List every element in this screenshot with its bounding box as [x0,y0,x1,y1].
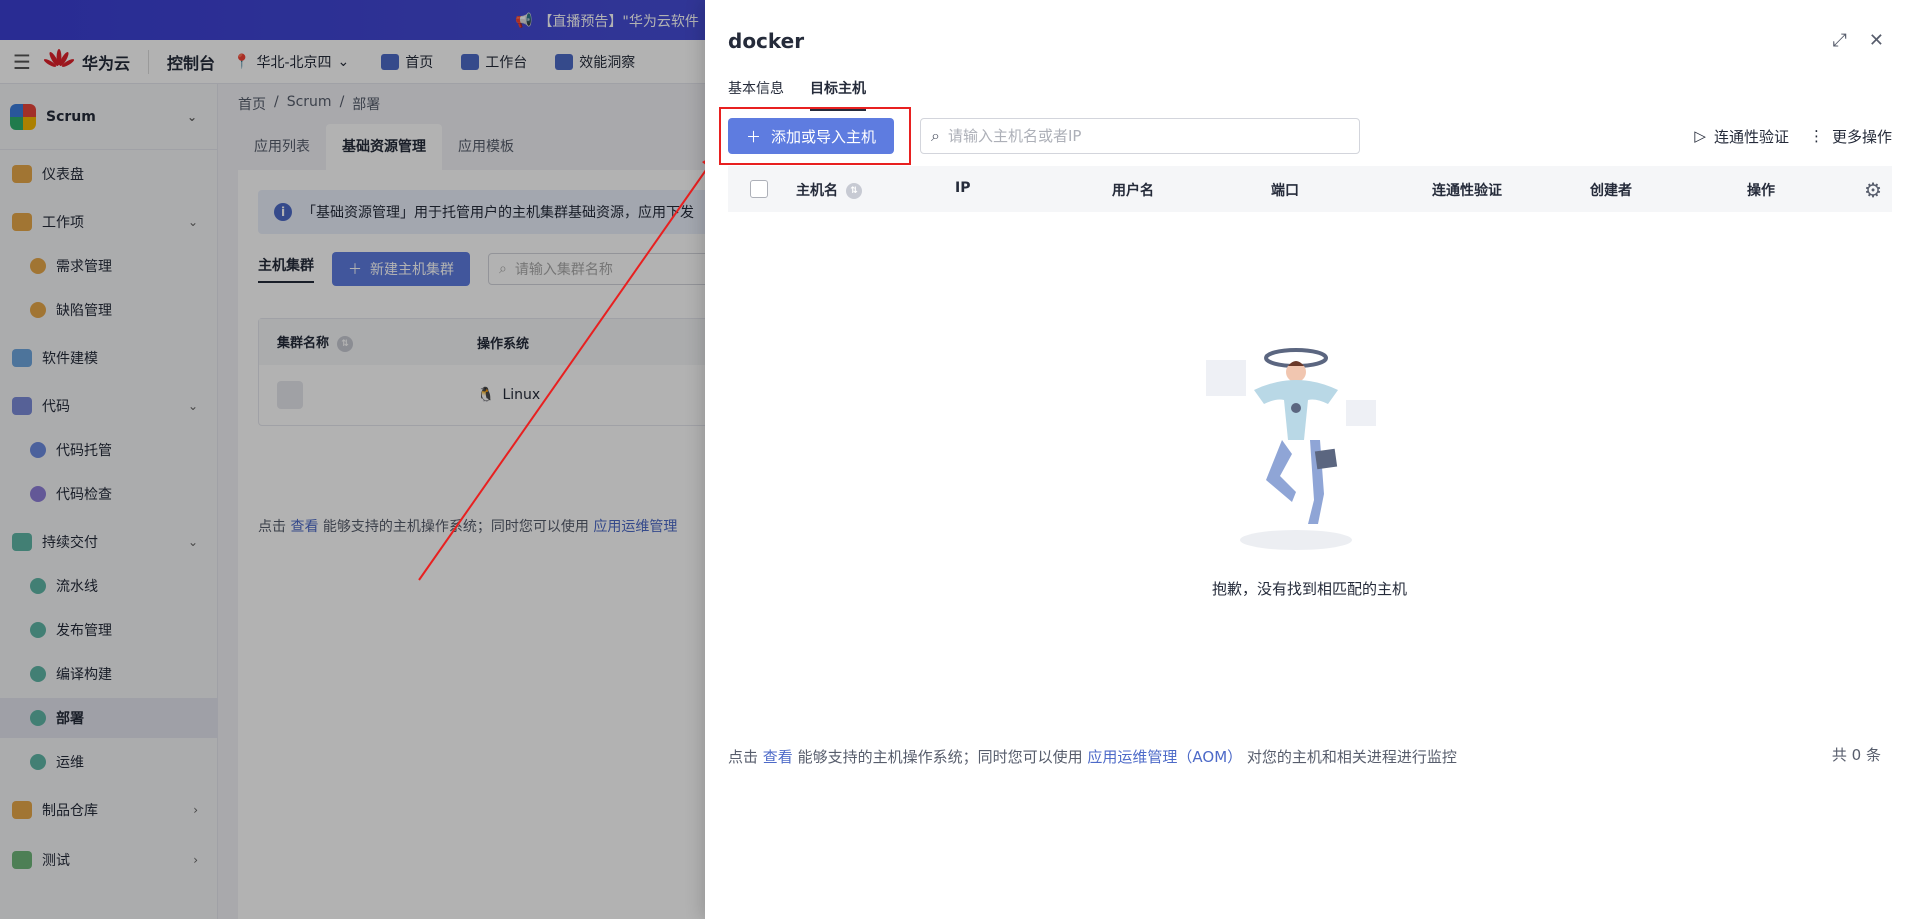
more-actions-label: 更多操作 [1831,127,1892,146]
col-hostname: 主机名 ⇅ [796,180,862,200]
gear-icon[interactable]: ⚙ [1864,178,1882,202]
toolbar-right-actions: ▷ 连通性验证 ⋮ 更多操作 [1694,118,1892,154]
more-actions-button[interactable]: ⋮ 更多操作 [1809,126,1892,147]
more-vertical-icon: ⋮ [1808,127,1824,145]
drawer-actions: ⤢ ✕ [1833,30,1885,51]
col-ip: IP [955,180,971,196]
footer-prefix: 点击 [728,748,759,766]
plus-icon: ＋ [746,127,762,146]
connectivity-check-button[interactable]: ▷ 连通性验证 [1694,126,1789,147]
connectivity-check-label: 连通性验证 [1713,127,1789,146]
footer-aom-link[interactable]: 应用运维管理（AOM） [1087,748,1242,766]
host-table-header: 主机名 ⇅ IP 用户名 端口 连通性验证 创建者 操作 ⚙ [728,166,1892,212]
search-icon: ⌕ [931,126,940,145]
col-port: 端口 [1271,183,1299,199]
host-search-input[interactable] [947,127,1328,145]
footer-suffix: 对您的主机和相关进程进行监控 [1246,748,1457,766]
add-import-host-button[interactable]: ＋ 添加或导入主机 [728,118,895,154]
total-count: 共 0 条 [1831,746,1881,764]
col-label: 主机名 [796,183,838,199]
drawer-toolbar: ＋ 添加或导入主机 ⌕ ▷ 连通性验证 ⋮ 更多操作 [719,107,1892,165]
expand-icon[interactable]: ⤢ [1833,30,1847,51]
add-import-host-label: 添加或导入主机 [771,127,877,146]
footer-mid: 能够支持的主机操作系统；同时您可以使用 [797,748,1083,766]
empty-state-message: 抱歉，没有找到相匹配的主机 [1211,580,1407,598]
drawer-footer-note: 点击 查看 能够支持的主机操作系统；同时您可以使用 应用运维管理（AOM） 对您… [728,746,1457,767]
close-icon[interactable]: ✕ [1869,30,1884,51]
host-search-box[interactable]: ⌕ [920,118,1360,154]
play-icon: ▷ [1694,127,1706,145]
col-username: 用户名 [1112,183,1154,199]
select-all-checkbox[interactable] [750,180,768,198]
col-creator: 创建者 [1590,183,1632,199]
sort-icon[interactable]: ⇅ [846,183,862,199]
footer-view-link[interactable]: 查看 [763,748,793,766]
empty-state-illustration [1206,348,1376,550]
drawer-title: docker [728,29,805,53]
col-actions: 操作 [1747,183,1775,199]
col-connectivity: 连通性验证 [1432,183,1502,199]
host-drawer: docker ⤢ ✕ 基本信息 目标主机 ＋ 添加或导入主机 ⌕ ▷ 连通性验证… [705,0,1914,919]
